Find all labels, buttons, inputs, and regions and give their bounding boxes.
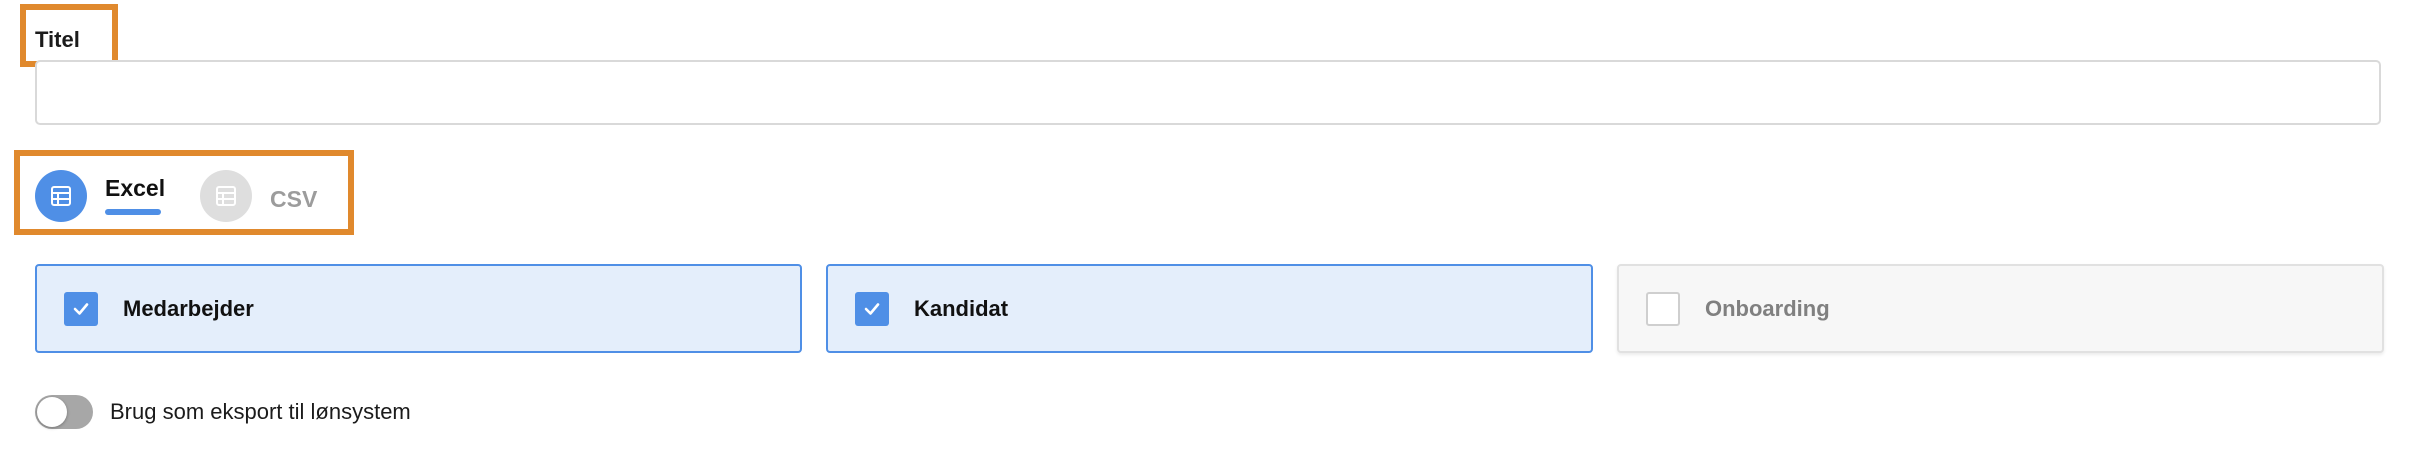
format-label-csv: CSV [270, 185, 318, 212]
type-label-medarbejder: Medarbejder [123, 295, 254, 321]
format-label-excel: Excel [105, 174, 166, 201]
format-option-csv[interactable]: CSV [200, 170, 317, 222]
type-card-medarbejder[interactable]: Medarbejder [35, 264, 802, 353]
checkbox-checked[interactable] [855, 291, 889, 326]
check-icon [864, 302, 880, 315]
selected-underline [105, 208, 161, 215]
checkbox-unchecked[interactable] [1646, 291, 1680, 326]
checkbox-checked[interactable] [64, 291, 98, 326]
payroll-export-label: Brug som eksport til lønsystem [110, 399, 411, 424]
title-input[interactable] [35, 60, 2381, 125]
spreadsheet-icon [200, 170, 252, 222]
type-card-kandidat[interactable]: Kandidat [826, 264, 1593, 353]
title-label: Titel [35, 27, 80, 52]
check-icon [73, 302, 89, 315]
toggle-knob [37, 397, 67, 427]
payroll-export-toggle[interactable] [35, 395, 93, 429]
format-option-excel[interactable]: Excel [35, 170, 165, 222]
payroll-export-row: Brug som eksport til lønsystem [35, 395, 411, 429]
type-label-onboarding: Onboarding [1705, 295, 1830, 321]
type-label-kandidat: Kandidat [914, 295, 1009, 321]
type-card-onboarding[interactable]: Onboarding [1617, 264, 2384, 353]
spreadsheet-icon [35, 170, 87, 222]
